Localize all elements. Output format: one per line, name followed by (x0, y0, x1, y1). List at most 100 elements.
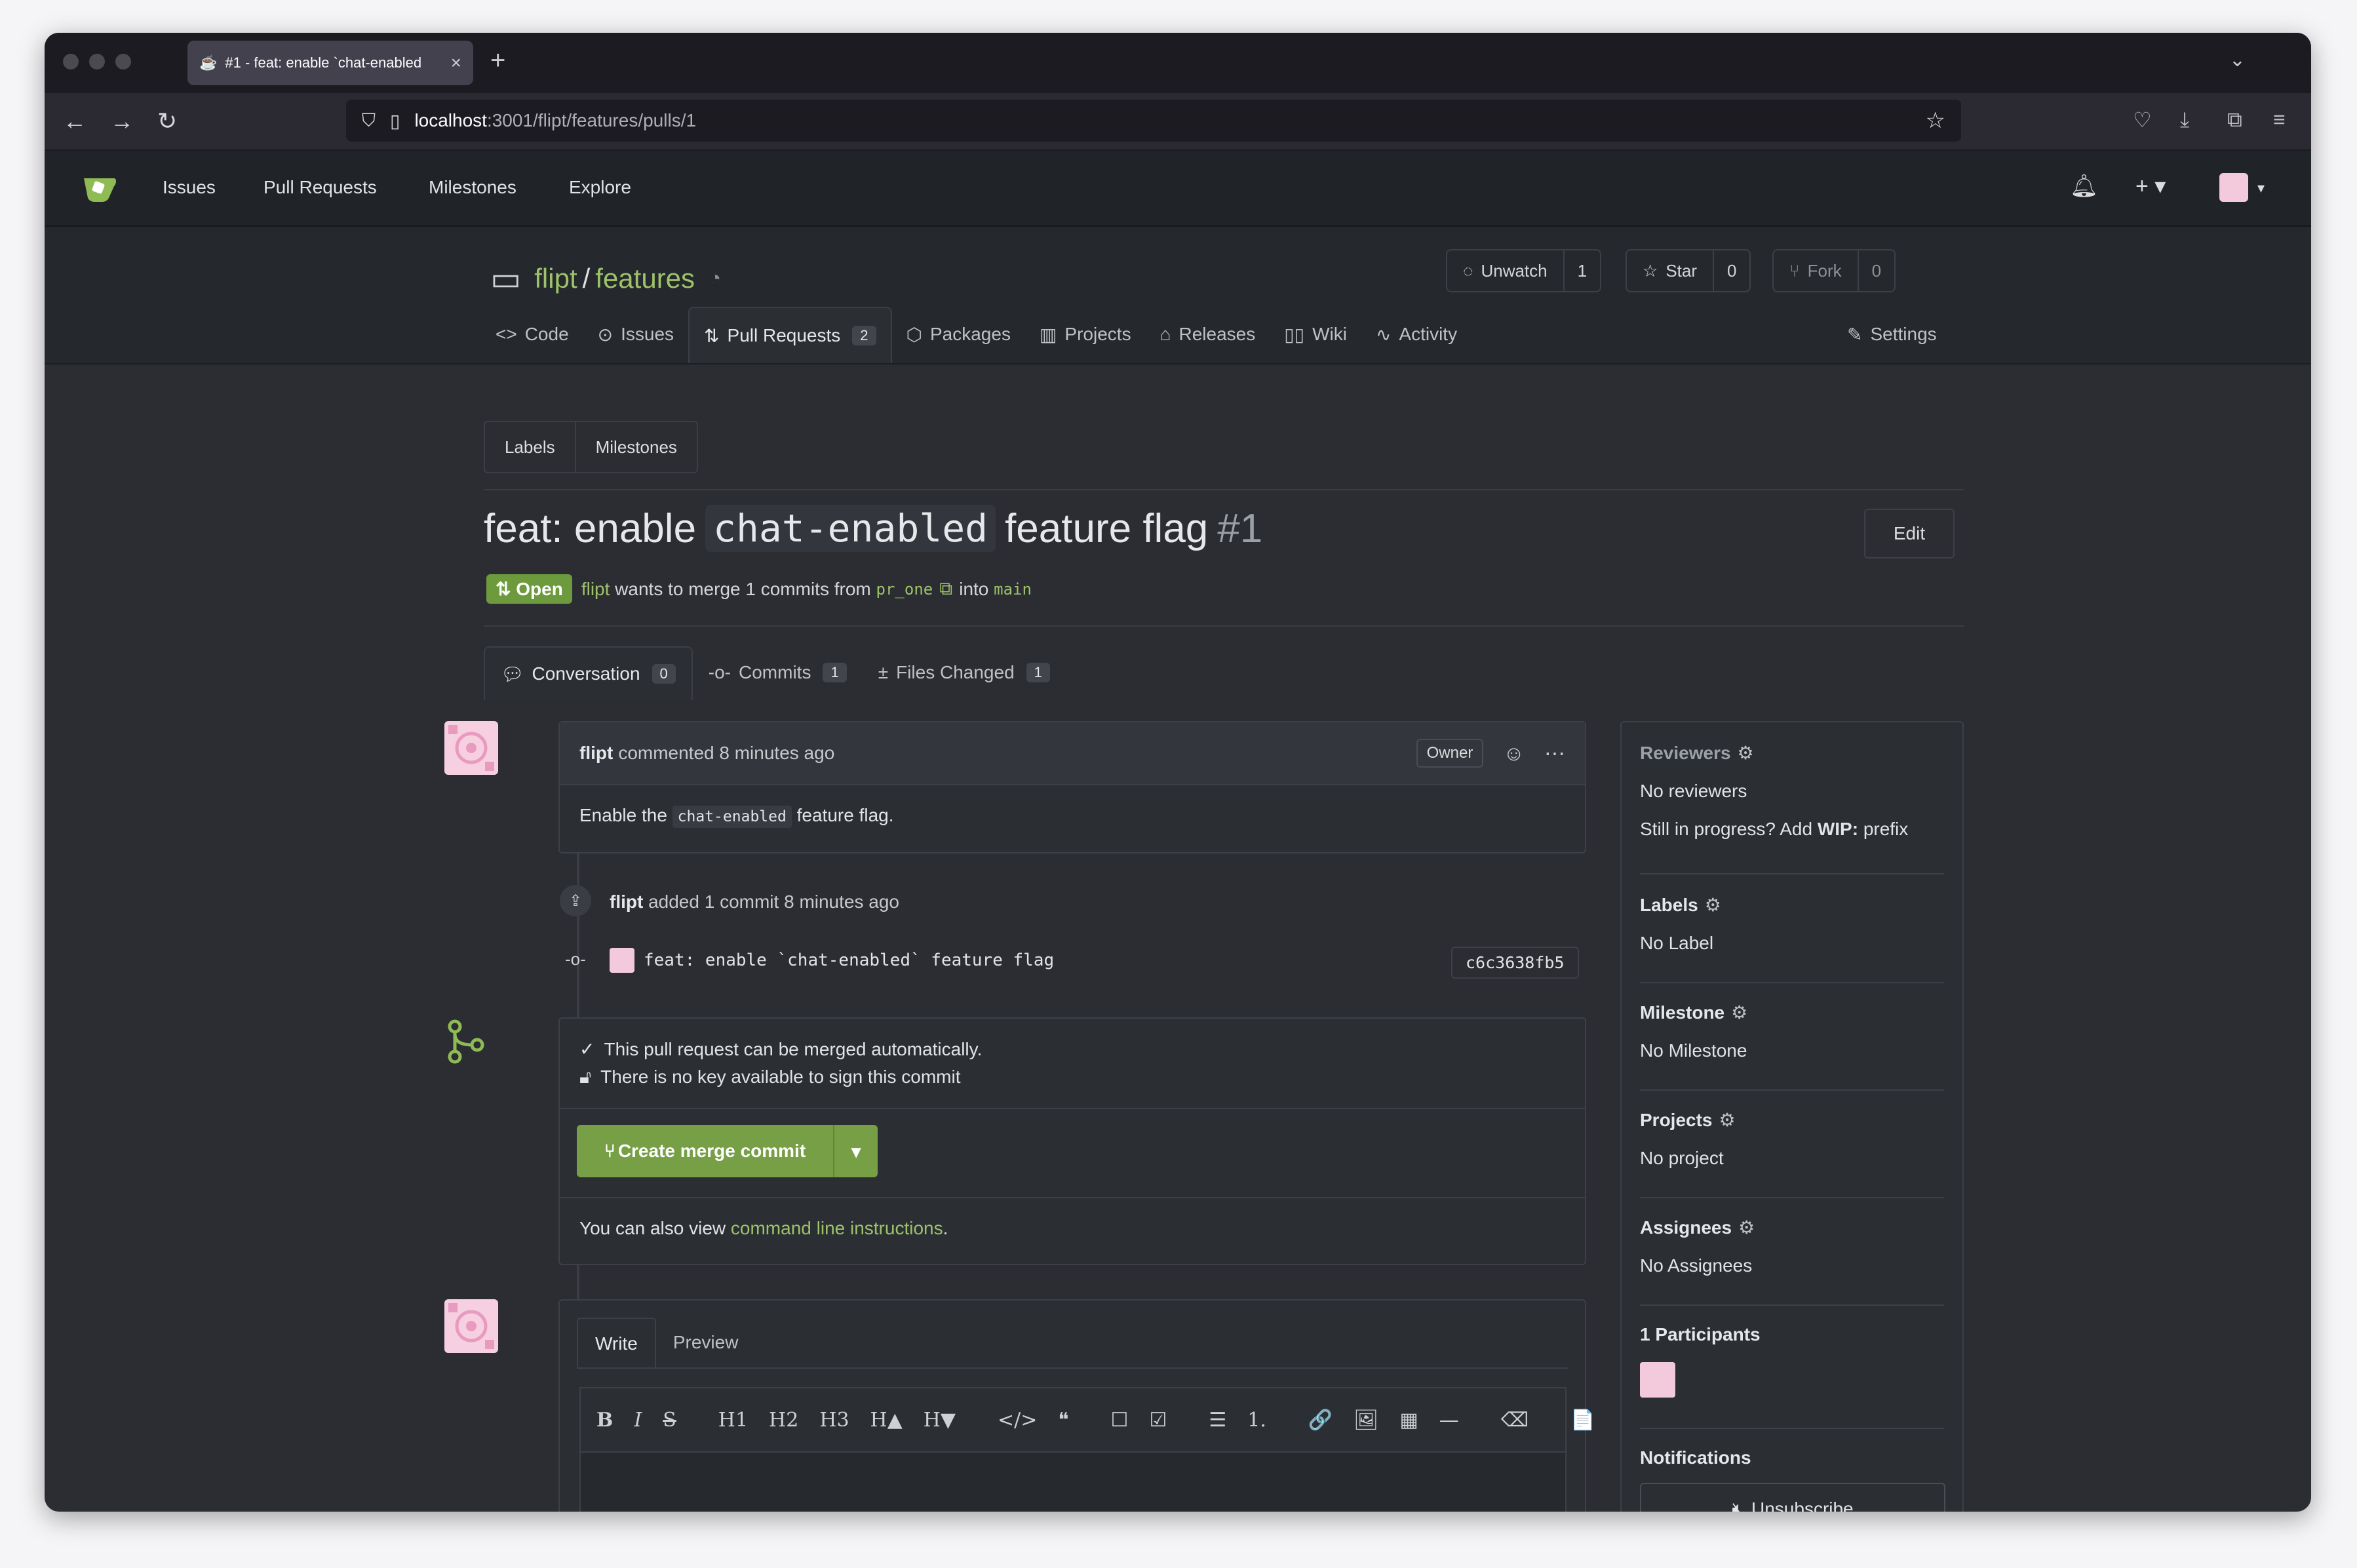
tab-wiki[interactable]: ▯▯ Wiki (1270, 307, 1361, 362)
star-count[interactable]: 0 (1713, 250, 1749, 291)
milestones-button[interactable]: Milestones (574, 422, 697, 472)
fork-count[interactable]: 0 (1857, 250, 1894, 291)
event-author-link[interactable]: flipt (610, 892, 643, 912)
fork-button-group[interactable]: ⑂ Fork 0 (1772, 249, 1896, 292)
eraser-icon[interactable]: ⌫ (1501, 1409, 1529, 1432)
tab-close-icon[interactable]: × (451, 52, 461, 73)
comment-author-link[interactable]: flipt (579, 743, 613, 764)
code-icon[interactable]: </> (998, 1409, 1037, 1432)
file-icon[interactable]: 📄 (1570, 1409, 1595, 1432)
base-branch-link[interactable]: main (994, 580, 1032, 598)
user-menu-caret-icon[interactable]: ▾ (2257, 180, 2265, 197)
assignees-title[interactable]: Assignees ⚙ (1640, 1217, 1944, 1238)
edit-button[interactable]: Edit (1864, 509, 1955, 559)
gear-icon[interactable]: ⚙ (1731, 1002, 1747, 1023)
heading-smaller-icon[interactable]: H▼ (924, 1409, 956, 1432)
nav-pull-requests[interactable]: Pull Requests (263, 177, 377, 198)
reaction-smiley-icon[interactable]: ☺ (1503, 741, 1525, 766)
reload-icon[interactable]: ↻ (157, 108, 177, 135)
heading3-icon[interactable]: H3 (819, 1409, 849, 1432)
star-button[interactable]: ☆ Star (1627, 250, 1713, 291)
extensions-icon[interactable]: ⧉ (2227, 108, 2242, 132)
tab-preview[interactable]: Preview (656, 1318, 756, 1367)
download-icon[interactable]: ⤓ (2180, 108, 2189, 132)
bookmark-star-icon[interactable]: ☆ (1926, 108, 1945, 134)
checkbox-checked-icon[interactable]: ☑ (1149, 1409, 1167, 1432)
reviewers-title[interactable]: Reviewers ⚙ (1640, 742, 1944, 764)
milestone-title[interactable]: Milestone ⚙ (1640, 1002, 1944, 1023)
tab-projects[interactable]: ▥ Projects (1025, 307, 1146, 362)
heading-bigger-icon[interactable]: H▲ (870, 1409, 903, 1432)
gear-icon[interactable]: ⚙ (1719, 1109, 1736, 1131)
window-zoom-dot[interactable] (115, 54, 131, 69)
italic-icon[interactable]: I (634, 1409, 642, 1432)
nav-explore[interactable]: Explore (569, 177, 631, 198)
menu-icon[interactable]: ≡ (2273, 108, 2286, 132)
copy-icon[interactable]: ⧉ (939, 578, 952, 600)
comment-avatar[interactable] (444, 721, 498, 775)
command-line-instructions-link[interactable]: command line instructions (731, 1218, 943, 1238)
commit-author-avatar[interactable] (610, 948, 634, 973)
nav-milestones[interactable]: Milestones (429, 177, 516, 198)
gear-icon[interactable]: ⚙ (1705, 894, 1721, 916)
horizontal-rule-icon[interactable]: — (1439, 1409, 1459, 1432)
tab-list-chevron-icon[interactable]: ⌄ (2229, 49, 2246, 71)
wip-keyword[interactable]: WIP: (1818, 819, 1858, 839)
gear-icon[interactable]: ⚙ (1738, 1217, 1755, 1238)
tab-activity[interactable]: ∿ Activity (1361, 307, 1471, 362)
rss-icon[interactable]: ◔ (709, 267, 721, 290)
link-icon[interactable]: 🔗 (1308, 1409, 1333, 1432)
browser-tab[interactable]: ☕ #1 - feat: enable `chat-enabled × (187, 41, 473, 85)
commit-message-link[interactable]: feat: enable `chat-enabled` feature flag (644, 951, 1054, 970)
repo-name-link[interactable]: features (595, 263, 695, 294)
new-tab-icon[interactable]: + (490, 46, 505, 75)
star-button-group[interactable]: ☆ Star 0 (1626, 249, 1751, 292)
tab-conversation[interactable]: 💬︎ Conversation 0 (484, 646, 693, 700)
gear-icon[interactable]: ⚙ (1738, 742, 1754, 764)
tab-pull-requests[interactable]: ⇅ Pull Requests 2 (688, 307, 892, 363)
quote-icon[interactable]: ❝ (1058, 1409, 1068, 1432)
tab-releases[interactable]: ⌂ Releases (1146, 307, 1270, 362)
window-close-dot[interactable] (63, 54, 79, 69)
labels-title[interactable]: Labels ⚙ (1640, 894, 1944, 916)
create-merge-commit-button[interactable]: ⑂ Create merge commit (577, 1125, 833, 1177)
tab-files-changed[interactable]: ± Files Changed 1 (863, 646, 1066, 699)
unwatch-button[interactable]: ◌ Unwatch (1447, 250, 1563, 291)
url-bar[interactable]: ⛉ ▯ localhost:3001/flipt/features/pulls/… (346, 100, 1961, 142)
commit-sha-button[interactable]: c6c3638fb5 (1451, 947, 1579, 979)
fork-button[interactable]: ⑂ Fork (1774, 250, 1858, 291)
logo-icon[interactable] (80, 169, 118, 207)
bold-icon[interactable]: B (596, 1409, 613, 1432)
tab-issues[interactable]: ⊙ Issues (583, 307, 688, 362)
heading2-icon[interactable]: H2 (769, 1409, 798, 1432)
forward-icon[interactable]: → (110, 108, 134, 135)
ordered-list-icon[interactable]: 1. (1247, 1409, 1266, 1432)
nav-issues[interactable]: Issues (163, 177, 216, 198)
current-user-avatar[interactable] (444, 1299, 498, 1353)
image-icon[interactable]: 🖼 (1354, 1409, 1378, 1432)
unsubscribe-button[interactable]: 🔇︎ Unsubscribe (1640, 1483, 1945, 1512)
projects-title[interactable]: Projects ⚙ (1640, 1109, 1944, 1131)
user-avatar[interactable] (2219, 173, 2248, 202)
tab-commits[interactable]: -o- Commits 1 (693, 646, 863, 699)
tab-packages[interactable]: ⬡ Packages (892, 307, 1025, 362)
more-options-icon[interactable]: ⋯ (1544, 741, 1565, 766)
pocket-icon[interactable]: ♡ (2133, 108, 2152, 132)
bell-icon[interactable]: 🔔︎ (2070, 173, 2098, 199)
unordered-list-icon[interactable]: ☰ (1209, 1409, 1226, 1432)
shield-icon[interactable]: ⛉ (362, 110, 376, 132)
merge-dropdown-caret-icon[interactable]: ▾ (833, 1125, 878, 1177)
tab-write[interactable]: Write (577, 1318, 656, 1369)
heading1-icon[interactable]: H1 (718, 1409, 748, 1432)
back-icon[interactable]: ← (63, 108, 87, 135)
watch-button-group[interactable]: ◌ Unwatch 1 (1446, 249, 1602, 292)
repo-owner-link[interactable]: flipt (534, 263, 577, 294)
checkbox-empty-icon[interactable]: ☐ (1111, 1409, 1129, 1432)
strikethrough-icon[interactable]: S (663, 1409, 676, 1432)
plus-icon[interactable]: + ▾ (2135, 173, 2166, 199)
tab-settings[interactable]: ✎ Settings (1833, 307, 1951, 362)
pr-author-link[interactable]: flipt (581, 579, 610, 600)
comment-textarea[interactable] (579, 1451, 1567, 1512)
participant-avatar[interactable] (1640, 1362, 1675, 1398)
head-branch-link[interactable]: pr_one (876, 580, 933, 598)
